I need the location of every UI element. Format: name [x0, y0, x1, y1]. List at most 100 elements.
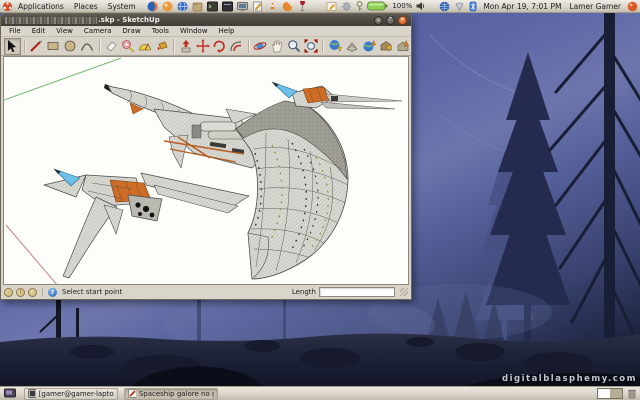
- media-swirl-icon[interactable]: [282, 1, 293, 12]
- drawing-canvas[interactable]: [3, 56, 409, 285]
- network-globe-icon[interactable]: [439, 1, 450, 12]
- mist-streak: [429, 34, 526, 96]
- ubuntu-logo-icon[interactable]: [2, 1, 13, 12]
- tool-circle-button[interactable]: [62, 38, 79, 55]
- vlc-icon[interactable]: [267, 1, 278, 12]
- pine-tree-mid: [486, 52, 570, 360]
- sketchup-task-icon: [128, 389, 136, 398]
- sign-in-icon[interactable]: [28, 287, 37, 297]
- measurement-label: Length: [291, 288, 316, 296]
- menu-view[interactable]: View: [51, 27, 78, 35]
- menu-applications[interactable]: Applications: [13, 0, 69, 13]
- wine-icon[interactable]: [297, 0, 308, 12]
- tool-pan-button[interactable]: [269, 38, 286, 55]
- move-icon: [195, 39, 210, 53]
- terminal-alt-icon[interactable]: [221, 1, 233, 12]
- logout-icon[interactable]: [627, 1, 638, 12]
- get-current-view-icon: [329, 40, 342, 53]
- tool-move-button[interactable]: [194, 38, 211, 55]
- task-terminal-window[interactable]: [gamer@gamer-laptop:...: [24, 387, 118, 400]
- tool-tape-measure-button[interactable]: [119, 38, 136, 55]
- pine-tree-faint: [476, 150, 534, 340]
- tool-orbit-button[interactable]: [252, 38, 269, 55]
- tool-offset-button[interactable]: [228, 38, 245, 55]
- volume-icon[interactable]: [416, 1, 426, 11]
- menu-edit[interactable]: Edit: [27, 27, 51, 35]
- tool-rectangle-button[interactable]: [45, 38, 62, 55]
- starboard-orange-panel: [302, 86, 330, 104]
- software-ball-icon[interactable]: [162, 1, 173, 12]
- push-pull-icon: [181, 40, 190, 53]
- arc-icon: [80, 43, 94, 51]
- window-titlebar[interactable]: .skp - SketchUp ⌄ ⌃ ✕: [1, 14, 411, 26]
- red-axis: [5, 224, 57, 284]
- pan-icon: [272, 40, 282, 53]
- terminal-icon[interactable]: [206, 1, 218, 12]
- wifi-icon[interactable]: [454, 1, 465, 11]
- show-desktop-button[interactable]: [2, 388, 18, 400]
- tool-protractor-button[interactable]: [136, 38, 153, 55]
- instructor-icon[interactable]: ?: [48, 287, 57, 297]
- minimize-button[interactable]: ⌄: [374, 15, 383, 25]
- tool-push-pull-button[interactable]: [177, 38, 194, 55]
- menu-tools[interactable]: Tools: [147, 27, 174, 35]
- tool-zoom-extents-button[interactable]: [303, 38, 320, 55]
- menu-camera[interactable]: Camera: [79, 27, 116, 35]
- gear-icon[interactable]: [341, 0, 352, 12]
- top-panel: Applications Places System 100% Mon Apr …: [0, 0, 640, 13]
- trash-icon[interactable]: [627, 388, 637, 399]
- display-icon[interactable]: [236, 1, 248, 12]
- battery-icon[interactable]: [367, 1, 388, 11]
- tool-paint-bucket-button[interactable]: [153, 38, 170, 55]
- rectangle-icon: [47, 42, 59, 50]
- text-editor-icon[interactable]: [252, 1, 263, 12]
- filename-redacted: [5, 16, 97, 24]
- menu-system[interactable]: System: [103, 0, 141, 13]
- crescent-hull: [235, 100, 349, 280]
- tool-share-model-button[interactable]: [360, 38, 377, 55]
- firefox-icon[interactable]: [147, 1, 158, 12]
- maximize-button[interactable]: ⌃: [386, 15, 395, 25]
- wallpaper-credit: digitalblasphemy.com: [502, 374, 637, 384]
- tool-toggle-terrain-button[interactable]: [343, 38, 360, 55]
- geolocation-icon[interactable]: ◦: [4, 287, 13, 297]
- panel-launchers: [147, 0, 308, 12]
- menu-help[interactable]: Help: [214, 27, 240, 35]
- tool-zoom-button[interactable]: [286, 38, 303, 55]
- spaceship-model[interactable]: [43, 81, 403, 280]
- resize-grip[interactable]: [400, 288, 408, 296]
- close-button[interactable]: ✕: [398, 15, 407, 25]
- bluetooth-icon[interactable]: [469, 1, 477, 12]
- menu-window[interactable]: Window: [175, 27, 213, 35]
- workspace-1[interactable]: [598, 389, 610, 398]
- workspace-2[interactable]: [610, 389, 622, 398]
- tool-get-models-button[interactable]: [377, 38, 394, 55]
- statusbar: ◦ ! ? Select start point Length: [1, 285, 411, 299]
- terminal-task-icon: [28, 389, 36, 398]
- menu-draw[interactable]: Draw: [117, 27, 145, 35]
- measurement-input[interactable]: [319, 287, 395, 297]
- pine-tree-large: [548, 0, 640, 378]
- tool-select-button[interactable]: [4, 37, 21, 55]
- tool-line-button[interactable]: [28, 38, 45, 55]
- green-axis: [4, 57, 122, 101]
- circle-icon: [64, 40, 76, 52]
- notes-icon[interactable]: [326, 1, 337, 12]
- tool-get-current-view-button[interactable]: [326, 38, 343, 55]
- clock[interactable]: Mon Apr 19, 7:01 PM: [481, 2, 563, 11]
- orbit-icon: [253, 42, 267, 50]
- toggle-terrain-icon: [346, 42, 358, 52]
- claim-credit-icon[interactable]: !: [16, 287, 25, 297]
- tool-share-models-button[interactable]: [394, 38, 411, 55]
- user-menu[interactable]: Lamer Gamer: [567, 2, 623, 11]
- files-icon[interactable]: [192, 1, 203, 12]
- task-sketchup-window[interactable]: Spaceship galore no gr...: [124, 387, 218, 400]
- web-globe-icon[interactable]: [177, 0, 188, 12]
- tool-arc-button[interactable]: [79, 38, 96, 55]
- menu-places[interactable]: Places: [69, 0, 103, 13]
- key-icon[interactable]: [356, 0, 363, 12]
- tool-eraser-button[interactable]: [103, 38, 120, 55]
- menu-file[interactable]: File: [4, 27, 26, 35]
- tool-rotate-button[interactable]: [211, 38, 228, 55]
- share-models-icon: [397, 39, 409, 51]
